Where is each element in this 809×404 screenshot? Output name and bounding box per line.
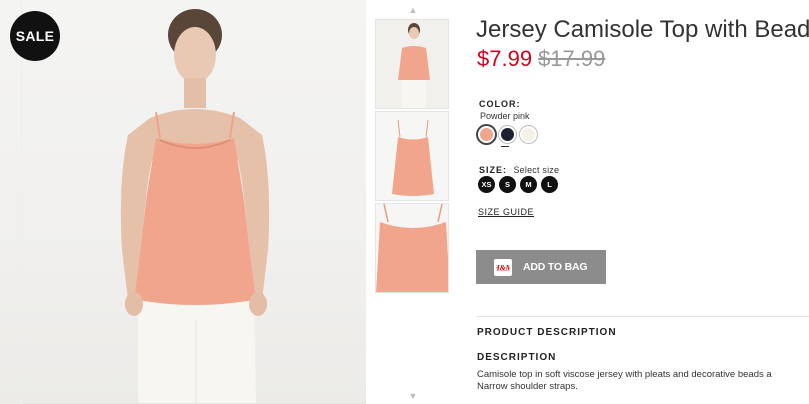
size-m-button[interactable]: M	[520, 176, 537, 193]
size-hint: Select size	[513, 165, 560, 175]
size-s-button[interactable]: S	[499, 176, 516, 193]
color-label: COLOR:	[479, 99, 521, 109]
color-swatches	[478, 126, 537, 143]
product-info-panel: Jersey Camisole Top with Beads $7.99 $17.…	[476, 0, 809, 404]
model-photo	[120, 9, 270, 404]
description-line-2: Narrow shoulder straps.	[477, 380, 578, 392]
thumbnail-model-image	[376, 20, 448, 108]
original-price: $17.99	[538, 46, 606, 71]
add-to-bag-label: ADD TO BAG	[523, 261, 588, 273]
price-row: $7.99 $17.99	[477, 46, 605, 72]
size-options: XS S M L	[478, 176, 558, 193]
product-description-heading[interactable]: PRODUCT DESCRIPTION	[477, 327, 617, 338]
swatch-powder-pink[interactable]	[478, 126, 495, 143]
size-l-button[interactable]: L	[541, 176, 558, 193]
thumbnail-1[interactable]	[375, 19, 449, 109]
thumbnail-3[interactable]	[375, 203, 449, 293]
swatch-dark-blue[interactable]	[499, 126, 516, 143]
selected-color-name: Powder pink	[480, 111, 530, 121]
section-divider	[476, 316, 809, 317]
chevron-up-icon[interactable]: ▲	[407, 5, 419, 15]
description-line-1: Camisole top in soft viscose jersey with…	[477, 369, 772, 380]
swatch-cream[interactable]	[520, 126, 537, 143]
svg-text:H&M: H&M	[496, 264, 510, 273]
main-product-image[interactable]: SALE	[0, 0, 366, 404]
add-to-bag-button[interactable]: H&M ADD TO BAG	[476, 250, 606, 284]
thumbnail-2[interactable]	[375, 111, 449, 201]
size-xs-button[interactable]: XS	[478, 176, 495, 193]
sale-price: $7.99	[477, 46, 533, 71]
thumbnail-garment-front-image	[376, 112, 448, 200]
thumbnail-strip: ▲ ▼	[373, 0, 453, 404]
description-text: Camisole top in soft viscose jersey with…	[477, 369, 809, 392]
swatch-hover-underline	[501, 146, 509, 147]
thumbnail-garment-detail-image	[376, 204, 448, 292]
sale-badge: SALE	[10, 11, 60, 61]
shopping-bag-icon: H&M	[494, 258, 512, 276]
chevron-down-icon[interactable]: ▼	[407, 391, 419, 401]
hm-logo-icon: H&M	[496, 264, 510, 273]
product-title: Jersey Camisole Top with Beads	[476, 16, 809, 43]
size-label: SIZE:	[479, 165, 508, 175]
description-heading: DESCRIPTION	[477, 352, 557, 363]
image-left-border	[21, 0, 22, 404]
size-guide-link[interactable]: SIZE GUIDE	[478, 207, 534, 217]
